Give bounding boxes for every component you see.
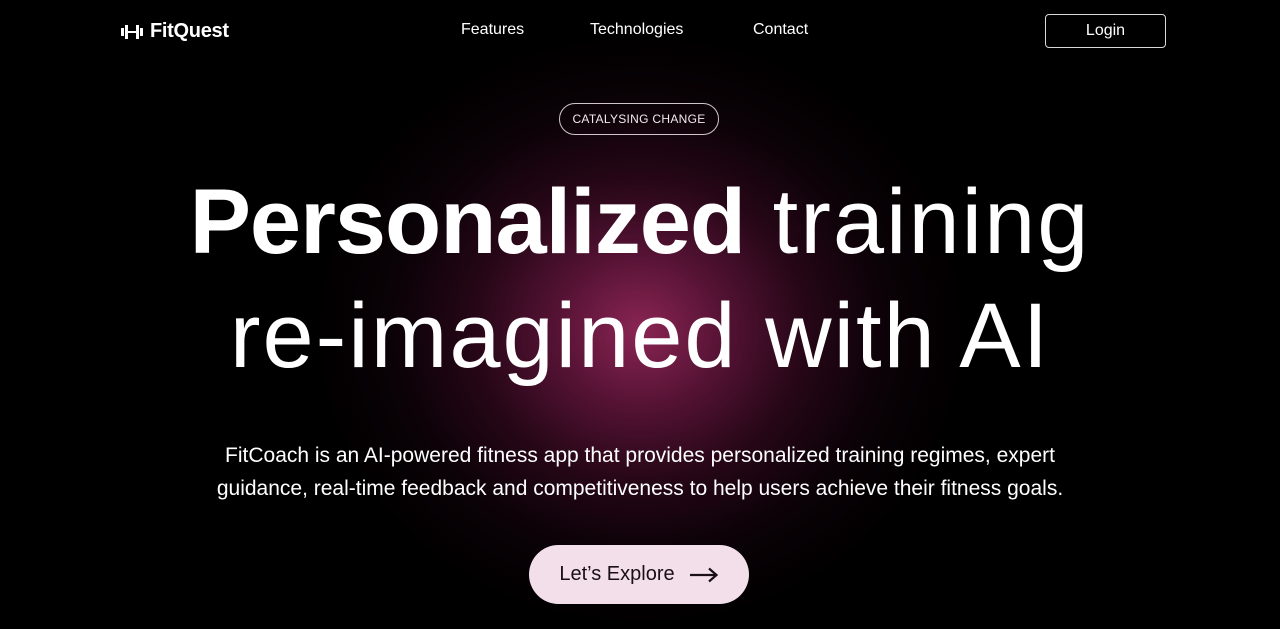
nav-link-technologies[interactable]: Technologies bbox=[590, 21, 683, 39]
brand-name: FitQuest bbox=[150, 20, 229, 42]
headline-light-word: training bbox=[745, 171, 1091, 273]
tagline-badge: CATALYSING CHANGE bbox=[559, 103, 719, 135]
brand-logo[interactable]: FitQuest bbox=[120, 20, 229, 43]
arrow-right-icon bbox=[689, 567, 718, 582]
explore-button-label: Let’s Explore bbox=[559, 563, 675, 585]
headline-bold-word: Personalized bbox=[189, 171, 747, 273]
landing-page: FitQuest Features Technologies Contact L… bbox=[0, 0, 1280, 629]
explore-button[interactable]: Let’s Explore bbox=[529, 545, 749, 604]
hero-headline-line1: Personalized training bbox=[0, 176, 1280, 268]
hero-headline-line2: re-imagined with AI bbox=[229, 285, 1051, 387]
hero-description: FitCoach is an AI-powered fitness app th… bbox=[216, 444, 1064, 500]
nav-link-features[interactable]: Features bbox=[461, 21, 524, 39]
nav-link-contact[interactable]: Contact bbox=[753, 21, 808, 39]
login-button[interactable]: Login bbox=[1045, 14, 1166, 48]
top-navigation: FitQuest Features Technologies Contact L… bbox=[0, 0, 1280, 64]
dumbbell-icon bbox=[121, 24, 143, 39]
